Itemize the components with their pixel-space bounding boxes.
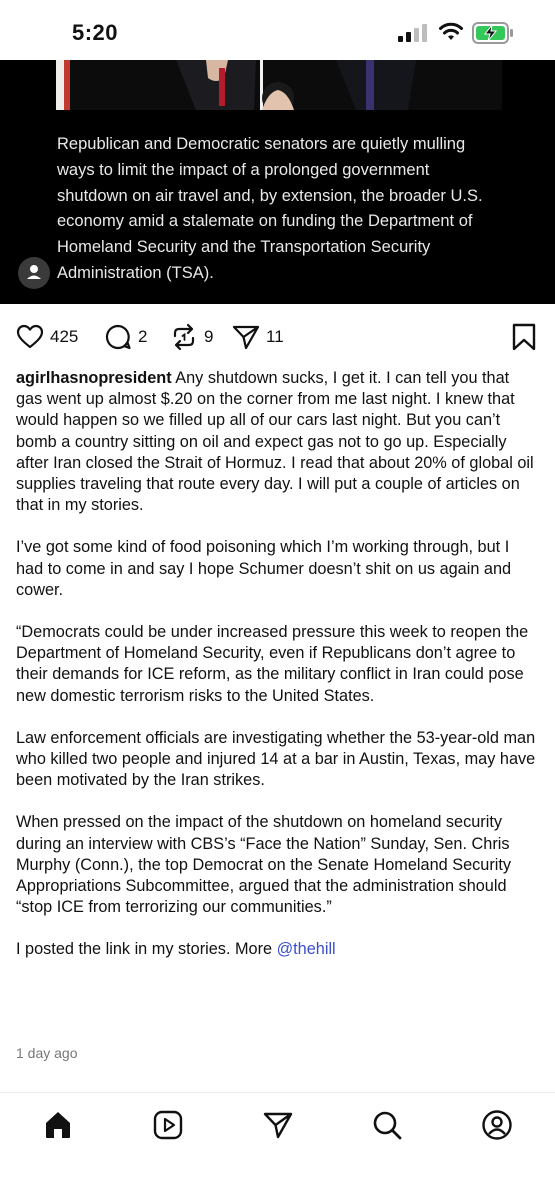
caption-paragraph: agirlhasnopresident Any shutdown sucks, … bbox=[16, 368, 536, 516]
post-caption: agirlhasnopresident Any shutdown sucks, … bbox=[16, 368, 536, 982]
caption-paragraph: Law enforcement officials are investigat… bbox=[16, 728, 536, 790]
media-caption: Republican and Democratic senators are q… bbox=[57, 135, 483, 282]
share-button[interactable]: 11 bbox=[232, 322, 284, 352]
nav-home[interactable] bbox=[40, 1107, 76, 1143]
caption-paragraph: I posted the link in my stories. More @t… bbox=[16, 939, 536, 960]
heart-icon bbox=[16, 324, 44, 349]
like-count: 425 bbox=[50, 327, 79, 346]
status-bar: 5:20 bbox=[0, 0, 555, 62]
home-icon bbox=[46, 1112, 70, 1138]
post-username[interactable]: agirlhasnopresident bbox=[16, 369, 172, 387]
comment-icon bbox=[105, 324, 131, 350]
nav-search[interactable] bbox=[369, 1107, 405, 1143]
nav-profile[interactable] bbox=[479, 1107, 515, 1143]
repost-icon bbox=[173, 323, 195, 351]
repost-count: 9 bbox=[204, 327, 214, 346]
share-count: 11 bbox=[266, 327, 284, 346]
caption-text: I posted the link in my stories. More bbox=[16, 940, 277, 959]
status-time: 5:20 bbox=[72, 20, 119, 45]
post-media[interactable]: Republican and Democratic senators are q… bbox=[0, 60, 555, 304]
like-button[interactable]: 425 bbox=[16, 322, 78, 352]
bottom-navigation bbox=[0, 1092, 555, 1200]
tagged-users-button[interactable] bbox=[18, 257, 50, 289]
post-action-bar: 425 2 9 11 bbox=[0, 310, 555, 364]
cellular-signal-icon bbox=[398, 24, 427, 42]
caption-text: Any shutdown sucks, I get it. I can tell… bbox=[16, 369, 534, 515]
caption-paragraph: “Democrats could be under increased pres… bbox=[16, 623, 529, 705]
search-icon bbox=[373, 1111, 402, 1140]
send-icon bbox=[263, 1112, 293, 1139]
bookmark-icon bbox=[512, 323, 536, 351]
send-icon bbox=[232, 325, 260, 350]
mention-link[interactable]: @thehill bbox=[277, 940, 336, 958]
battery-charging-icon bbox=[472, 22, 513, 44]
comment-button[interactable]: 2 bbox=[104, 322, 147, 352]
repost-button[interactable]: 9 bbox=[170, 322, 213, 352]
wifi-icon bbox=[439, 22, 463, 40]
nav-reels[interactable] bbox=[150, 1107, 186, 1143]
reels-icon bbox=[153, 1110, 183, 1140]
person-icon bbox=[27, 265, 41, 279]
post-timestamp: 1 day ago bbox=[16, 1045, 78, 1061]
nav-messages[interactable] bbox=[260, 1107, 296, 1143]
comment-count: 2 bbox=[138, 327, 148, 346]
caption-paragraph: When pressed on the impact of the shutdo… bbox=[16, 813, 512, 917]
profile-icon bbox=[482, 1110, 512, 1140]
news-photo bbox=[56, 60, 502, 110]
caption-paragraph: I’ve got some kind of food poisoning whi… bbox=[16, 538, 512, 599]
save-button[interactable] bbox=[510, 322, 538, 352]
